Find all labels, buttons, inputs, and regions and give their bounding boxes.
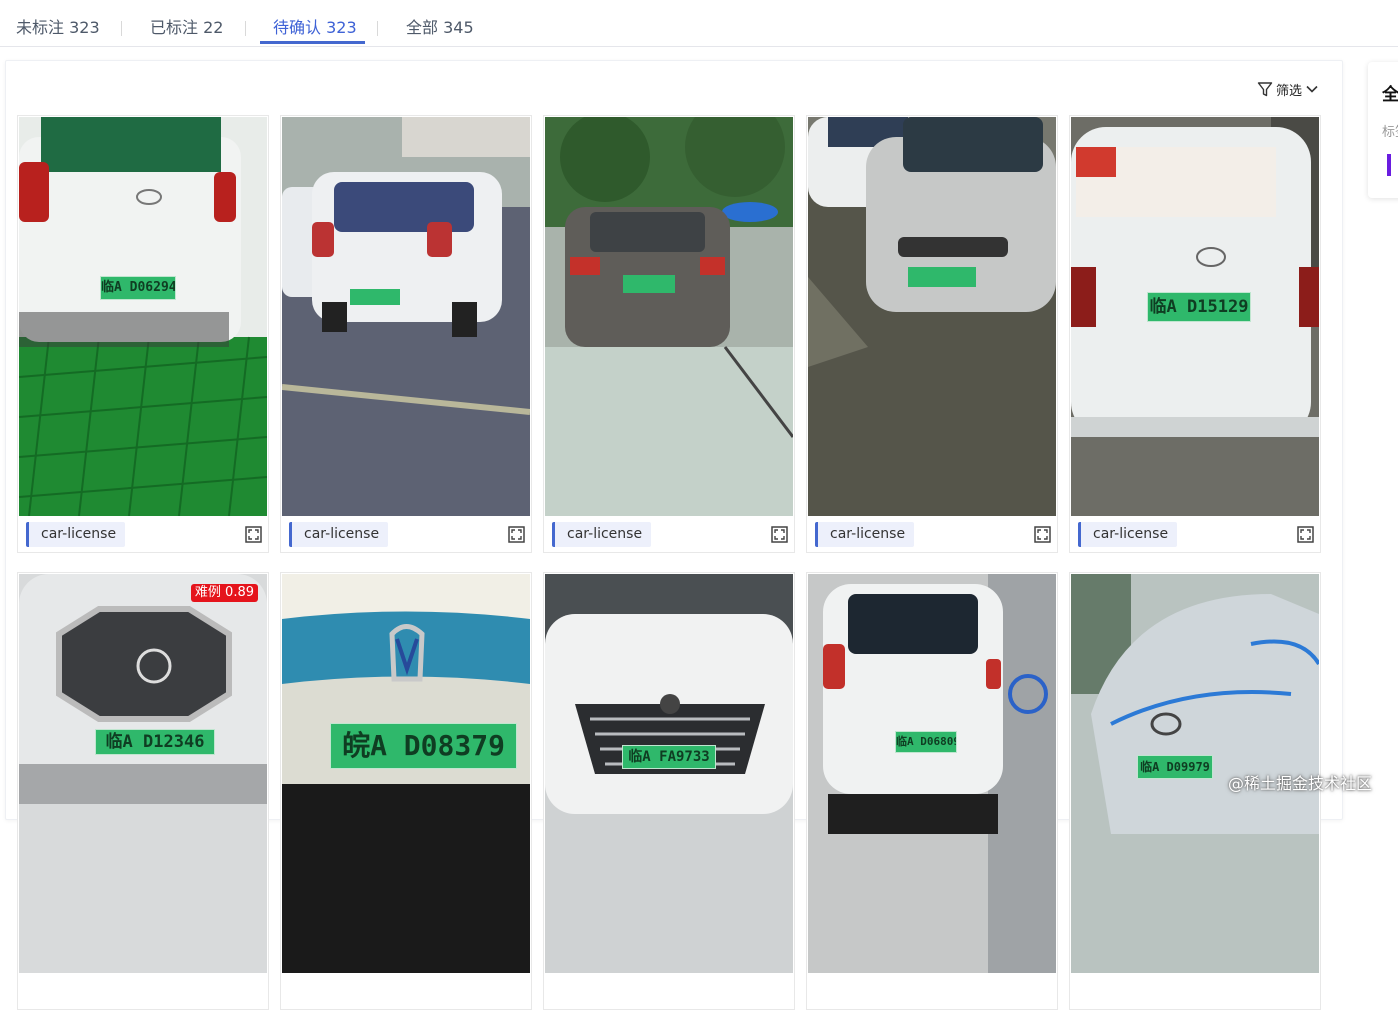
license-plate: 临A D06809 (895, 731, 957, 753)
car-photo[interactable] (282, 117, 530, 516)
license-plate: 皖A D08379 (330, 723, 517, 769)
filter-label: 筛选 (1276, 83, 1303, 99)
label-tag[interactable]: car-license (815, 522, 915, 547)
fullscreen-icon[interactable] (1034, 526, 1051, 543)
card-footer: car-license (807, 516, 1057, 553)
license-plate: 临A D09979 (1137, 755, 1213, 779)
license-plate: 临A D06294 (100, 276, 176, 300)
image-card[interactable]: car-license (280, 115, 532, 553)
tab-divider (245, 21, 246, 36)
car-photo[interactable] (19, 117, 267, 516)
license-plate: 临A FA9733 (622, 745, 716, 769)
image-card[interactable]: car-license (543, 115, 795, 553)
car-photo[interactable] (545, 117, 793, 516)
car-photo[interactable] (808, 574, 1056, 973)
image-card[interactable]: 皖A D08379 (280, 572, 532, 1010)
side-panel-title: 全 (1382, 85, 1398, 105)
label-tag[interactable]: car-license (552, 522, 652, 547)
funnel-icon (1257, 81, 1273, 98)
license-plate: 临A D15129 (1147, 292, 1251, 322)
tab-divider (121, 21, 122, 36)
chevron-down-icon (1305, 82, 1319, 96)
tab-divider (377, 21, 378, 36)
side-panel-label-color[interactable] (1387, 154, 1391, 176)
side-panel-subtitle: 标签 (1382, 125, 1398, 140)
image-card[interactable]: car-license (806, 115, 1058, 553)
active-tab-indicator (260, 41, 365, 44)
image-card[interactable]: 临A D06294 car-license (17, 115, 269, 553)
filter-dropdown[interactable]: 筛选 (1257, 80, 1319, 99)
tab-all[interactable]: 全部 345 (406, 14, 474, 47)
image-card[interactable]: 临A D15129 car-license (1069, 115, 1321, 553)
label-tag[interactable]: car-license (26, 522, 126, 547)
tab-labeled[interactable]: 已标注 22 (150, 14, 223, 47)
fullscreen-icon[interactable] (245, 526, 262, 543)
annotation-status-tabs: 未标注 323 已标注 22 待确认 323 全部 345 (0, 0, 1398, 47)
license-plate: 临A D12346 (95, 729, 215, 755)
car-photo[interactable] (808, 117, 1056, 516)
card-footer: car-license (281, 516, 531, 553)
card-footer: car-license (1070, 516, 1320, 553)
image-card[interactable]: 临A D06809 (806, 572, 1058, 1010)
fullscreen-icon[interactable] (1297, 526, 1314, 543)
label-tag[interactable]: car-license (289, 522, 389, 547)
car-photo[interactable] (282, 574, 530, 973)
label-tag[interactable]: car-license (1078, 522, 1178, 547)
image-card[interactable]: 临A D12346 难例 0.89 (17, 572, 269, 1010)
car-photo[interactable] (545, 574, 793, 973)
watermark-text: @稀土掘金技术社区 (1228, 774, 1373, 793)
card-footer: car-license (544, 516, 794, 553)
tab-unlabeled[interactable]: 未标注 323 (16, 14, 100, 47)
image-card[interactable]: 临A FA9733 (543, 572, 795, 1010)
fullscreen-icon[interactable] (508, 526, 525, 543)
car-photo[interactable] (19, 574, 267, 973)
hard-example-badge: 难例 0.89 (190, 584, 258, 602)
card-footer: car-license (18, 516, 268, 553)
fullscreen-icon[interactable] (771, 526, 788, 543)
